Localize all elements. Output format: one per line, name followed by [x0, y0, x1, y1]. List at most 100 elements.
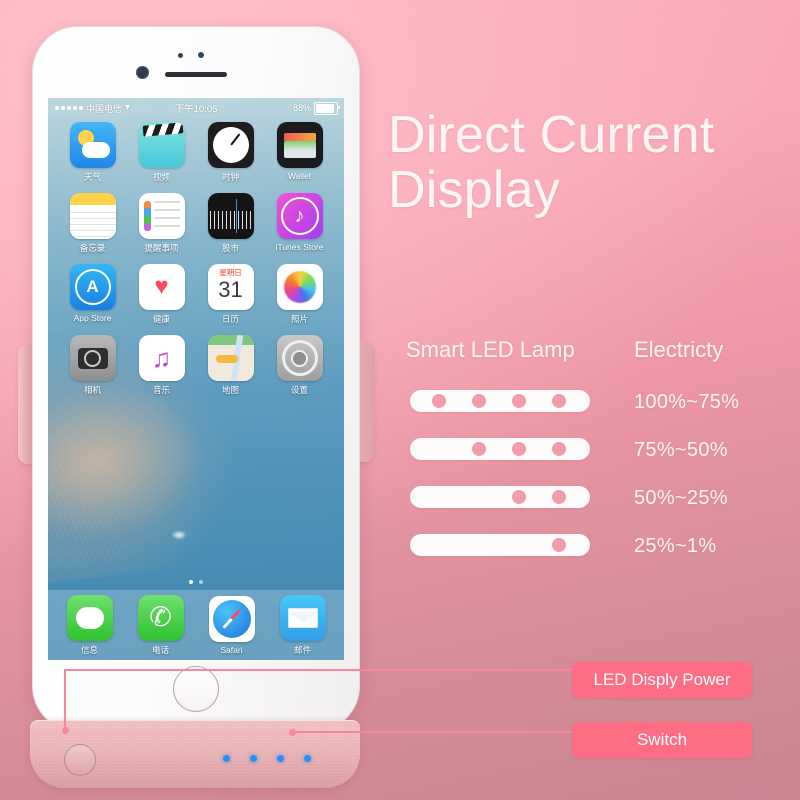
- mail-icon: [279, 594, 326, 641]
- videos-icon: [138, 122, 185, 168]
- app-label: 地图: [221, 385, 239, 395]
- page-indicator: [189, 580, 203, 584]
- app-label: 相机: [83, 385, 101, 395]
- app-label: 信息: [80, 644, 98, 655]
- app-label: 天气: [83, 172, 101, 182]
- ambient-light-sensor-icon: [198, 52, 204, 58]
- photos-icon: [276, 264, 323, 310]
- case-led-dot: [250, 755, 257, 762]
- app-icon[interactable]: 设置: [265, 335, 334, 396]
- callout-badge-led-power[interactable]: LED Disply Power: [572, 662, 752, 698]
- app-label: 时钟: [221, 172, 239, 182]
- app-icon[interactable]: 地图: [196, 335, 265, 396]
- case-led-indicators: [223, 755, 333, 765]
- led-level-row: 100%~75%: [410, 386, 770, 434]
- notes-icon: [69, 193, 116, 239]
- led-dot: [472, 442, 486, 456]
- itunes-store-icon: [276, 193, 323, 239]
- app-icon[interactable]: Wallet: [265, 122, 334, 183]
- messages-icon: [66, 594, 113, 641]
- app-label: 照片: [290, 314, 308, 324]
- column-header-electricity: Electricty: [634, 337, 724, 362]
- case-led-dot: [277, 755, 284, 762]
- app-icon[interactable]: 相机: [58, 335, 127, 396]
- stocks-icon: [207, 193, 254, 239]
- led-dot: [552, 490, 566, 504]
- case-led-dot: [304, 755, 311, 762]
- app-label: 提醒事项: [144, 243, 179, 253]
- wifi-icon: ▾: [125, 102, 131, 113]
- wallpaper-sun: [172, 530, 187, 539]
- safari-icon: [208, 595, 255, 642]
- callout-badge-switch[interactable]: Switch: [572, 722, 752, 758]
- app-label: 设置: [290, 385, 308, 395]
- app-label: 日历: [221, 314, 239, 324]
- dock-app-icon[interactable]: 邮件: [279, 594, 326, 656]
- front-camera-icon: [136, 66, 149, 79]
- app-icon[interactable]: 音乐: [127, 335, 196, 396]
- product-image: 中国电信 ▾ 下午10:05 88% 天气 视频 时钟 Wallet 备忘录 提醒事项 股市…: [0, 0, 800, 800]
- led-level-row: 50%~25%: [410, 482, 770, 530]
- signal-strength-icon: [55, 106, 83, 110]
- app-icon[interactable]: 时钟: [196, 122, 265, 183]
- app-label: Safari: [220, 644, 243, 655]
- app-icon[interactable]: 天气: [58, 122, 127, 183]
- led-level-range: 25%~1%: [634, 535, 717, 557]
- status-bar-right: 88%: [292, 101, 340, 115]
- music-icon: [138, 335, 185, 381]
- column-header-lamp: Smart LED Lamp: [406, 337, 575, 362]
- led-lamp-bar: [410, 486, 590, 508]
- proximity-sensor-icon: [178, 53, 183, 58]
- wallet-icon: [276, 122, 323, 168]
- dock-app-icon[interactable]: 电话: [137, 594, 184, 656]
- app-store-icon: [69, 264, 116, 310]
- iphone-body: 中国电信 ▾ 下午10:05 88% 天气 视频 时钟 Wallet 备忘录 提醒事项 股市…: [32, 26, 360, 732]
- led-dot: [552, 394, 566, 408]
- callout-line-power-vertical: [64, 669, 66, 729]
- battery-percent-label: 88%: [292, 103, 311, 113]
- maps-route-shield: [215, 355, 238, 363]
- app-icon[interactable]: 日历: [196, 264, 265, 325]
- led-dot: [512, 394, 526, 408]
- app-icon[interactable]: 提醒事项: [127, 193, 196, 254]
- app-icon[interactable]: 股市: [196, 193, 265, 254]
- clock-icon: [207, 122, 254, 168]
- weather-icon: [69, 122, 116, 168]
- status-bar: 中国电信 ▾ 下午10:05 88%: [48, 98, 344, 118]
- app-icon[interactable]: 视频: [127, 122, 196, 183]
- dock: 信息 电话 Safari 邮件: [48, 590, 344, 660]
- callout-line-switch-horizontal: [292, 731, 574, 733]
- app-icon[interactable]: 健康: [127, 264, 196, 325]
- led-dot: [512, 490, 526, 504]
- app-icon[interactable]: iTunes Store: [265, 193, 334, 254]
- home-button[interactable]: [173, 666, 219, 712]
- phone-icon: [137, 594, 184, 641]
- app-icon[interactable]: 照片: [265, 264, 334, 325]
- settings-icon: [276, 335, 323, 381]
- led-level-table: 100%~75% 75%~50% 50%~25% 25%~1%: [410, 386, 770, 578]
- led-level-range: 100%~75%: [634, 391, 740, 413]
- app-label: App Store: [73, 313, 112, 323]
- calendar-icon: [207, 264, 254, 310]
- app-label: 邮件: [293, 644, 311, 655]
- dock-app-icon[interactable]: 信息: [66, 594, 113, 656]
- dock-app-icon[interactable]: Safari: [208, 595, 255, 655]
- app-label: 备忘录: [79, 243, 106, 253]
- led-dot: [552, 442, 566, 456]
- health-icon: [138, 264, 185, 310]
- led-level-range: 50%~25%: [634, 487, 728, 509]
- reminders-icon: [138, 193, 185, 239]
- app-label: 电话: [151, 644, 169, 655]
- app-icon[interactable]: App Store: [58, 264, 127, 325]
- led-lamp-bar: [410, 534, 590, 556]
- led-level-range: 75%~50%: [634, 439, 728, 461]
- callout-line-power-horizontal: [64, 669, 574, 671]
- phone-screen: 中国电信 ▾ 下午10:05 88% 天气 视频 时钟 Wallet 备忘录 提醒事项 股市…: [48, 98, 344, 660]
- case-power-switch-button[interactable]: [64, 744, 96, 776]
- status-bar-left: 中国电信 ▾: [48, 102, 130, 115]
- led-level-row: 75%~50%: [410, 434, 770, 482]
- app-label: 视频: [152, 172, 170, 182]
- headline-line-2: Display: [388, 161, 560, 220]
- led-lamp-bar: [410, 438, 590, 460]
- app-icon[interactable]: 备忘录: [58, 193, 127, 254]
